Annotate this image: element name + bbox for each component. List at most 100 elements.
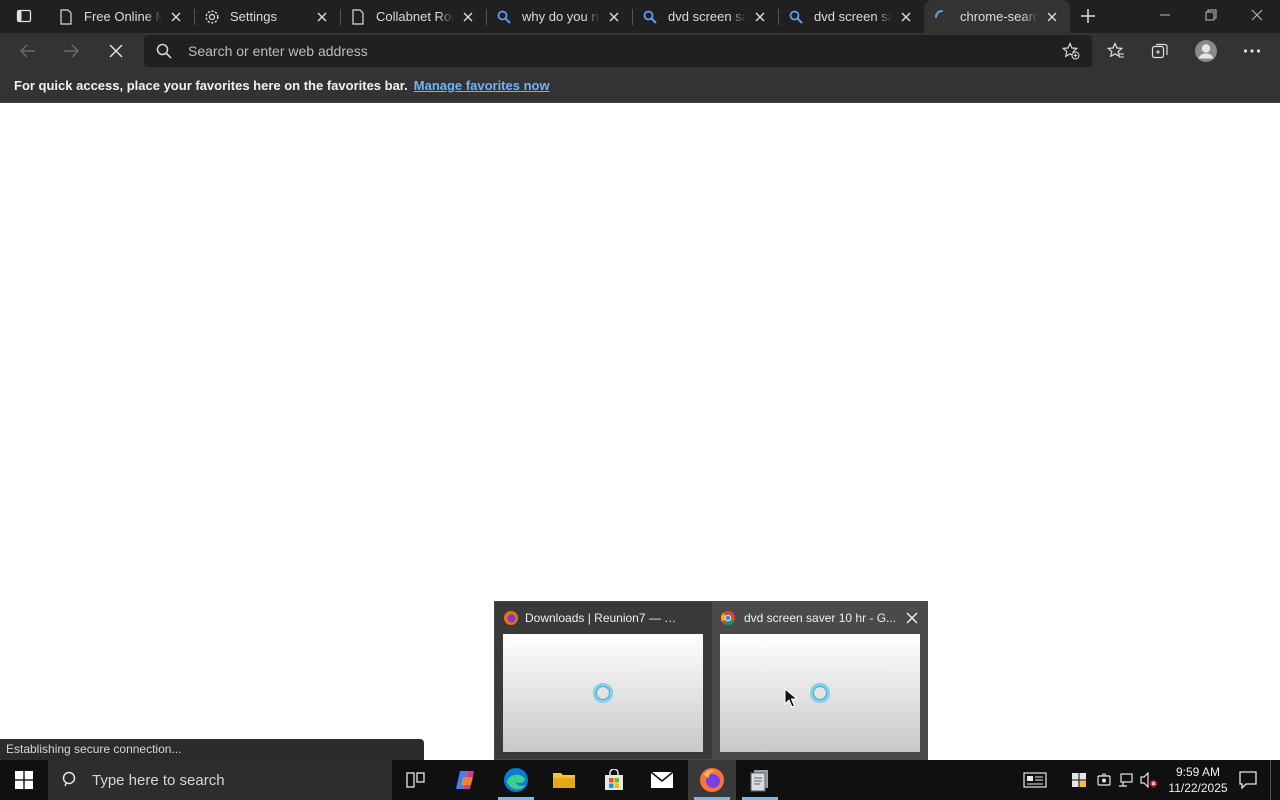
taskbar-search-box[interactable]	[48, 760, 392, 800]
task-view-button[interactable]	[392, 760, 440, 800]
network-button[interactable]	[1116, 760, 1136, 800]
address-bar[interactable]	[144, 35, 1092, 67]
close-icon[interactable]	[606, 9, 622, 25]
tab-free-online[interactable]: Free Online Me...	[48, 0, 194, 33]
more-icon	[1243, 49, 1261, 53]
taskbar-file-explorer[interactable]	[540, 760, 588, 800]
app-stack-icon	[750, 770, 768, 792]
tab-actions-button[interactable]	[8, 2, 40, 30]
tab-collabnet[interactable]: Collabnet Routi...	[340, 0, 486, 33]
close-icon[interactable]	[1044, 9, 1060, 25]
tray-meet-button[interactable]	[1094, 760, 1114, 800]
loading-icon	[934, 9, 950, 25]
chrome-icon	[720, 611, 735, 626]
taskbar-copilot[interactable]	[442, 760, 490, 800]
tab-strip: Free Online Me... Settings Collabnet Rou…	[0, 0, 1280, 33]
arrow-right-icon	[64, 44, 80, 58]
thumbnail-image	[503, 634, 703, 752]
manage-favorites-link[interactable]: Manage favorites now	[414, 78, 550, 93]
clock-time: 9:59 AM	[1175, 765, 1221, 779]
page-icon	[350, 8, 366, 25]
tab-title: dvd screen sav...	[814, 9, 892, 24]
restore-icon	[1205, 9, 1217, 21]
clock-date: 11/22/2025	[1168, 781, 1228, 795]
minimize-button[interactable]	[1142, 0, 1188, 30]
profile-button[interactable]	[1190, 35, 1222, 67]
taskbar-firefox[interactable]	[688, 760, 736, 800]
task-view-icon	[406, 772, 425, 788]
taskbar-store[interactable]	[590, 760, 638, 800]
close-icon[interactable]	[460, 9, 476, 25]
thumbnail-close-button[interactable]	[902, 608, 922, 628]
taskbar-thumbnail-preview: Downloads | Reunion7 — Mozil... dvd scre…	[494, 601, 928, 760]
tab-chrome-search[interactable]: chrome-search...	[924, 0, 1070, 33]
volume-button[interactable]	[1139, 760, 1159, 800]
taskbar-search-input[interactable]	[92, 771, 372, 789]
close-icon[interactable]	[314, 9, 330, 25]
close-window-button[interactable]	[1234, 0, 1280, 30]
status-bubble: Establishing secure connection...	[0, 739, 424, 760]
close-icon[interactable]	[168, 9, 184, 25]
news-icon	[1023, 772, 1047, 788]
thumbnail-title: dvd screen saver 10 hr - G...	[720, 609, 898, 627]
tray-app-button[interactable]	[1068, 760, 1090, 800]
start-button[interactable]	[0, 760, 48, 800]
new-tab-button[interactable]	[1074, 2, 1102, 30]
stop-loading-button[interactable]	[100, 35, 132, 67]
news-widget-button[interactable]	[1018, 760, 1052, 800]
notifications-button[interactable]	[1236, 760, 1260, 800]
tab-title: Collabnet Routi...	[376, 9, 454, 24]
thumbnail-firefox-downloads[interactable]: Downloads | Reunion7 — Mozil...	[495, 602, 711, 760]
notification-icon	[1239, 771, 1257, 789]
close-icon[interactable]	[898, 9, 914, 25]
mouse-cursor-icon	[784, 688, 798, 708]
store-icon	[605, 769, 623, 790]
settings-more-button[interactable]	[1236, 35, 1268, 67]
tab-title: chrome-search...	[960, 9, 1038, 24]
tab-actions-icon	[16, 9, 32, 23]
search-icon	[62, 771, 76, 787]
gear-icon	[204, 9, 220, 25]
forward-button[interactable]	[55, 35, 87, 67]
back-button[interactable]	[12, 35, 44, 67]
add-favorite-icon[interactable]	[1061, 42, 1080, 65]
taskbar-chrome-group[interactable]	[736, 760, 784, 800]
taskbar-edge[interactable]	[492, 760, 540, 800]
thumbnail-chrome-dvd[interactable]: dvd screen saver 10 hr - G...	[712, 602, 928, 760]
windows-logo-icon	[15, 771, 33, 789]
search-icon	[156, 43, 172, 64]
firefox-icon	[504, 611, 518, 625]
address-input[interactable]	[188, 35, 1048, 67]
thumbnail-title: Downloads | Reunion7 — Mozil...	[503, 609, 681, 627]
show-desktop-button[interactable]	[1270, 760, 1274, 800]
thumbnail-image	[720, 634, 920, 752]
search-icon	[496, 9, 512, 25]
firefox-icon	[700, 768, 724, 792]
tab-dvd-screen-saver-2[interactable]: dvd screen sav...	[778, 0, 924, 33]
tab-title: why do you ne...	[522, 9, 600, 24]
plus-icon	[1081, 9, 1095, 23]
close-icon[interactable]	[752, 9, 768, 25]
tab-settings[interactable]: Settings	[194, 0, 340, 33]
tab-title: Settings	[230, 9, 277, 24]
collections-button[interactable]	[1144, 35, 1176, 67]
restore-button[interactable]	[1188, 0, 1234, 30]
close-icon	[109, 44, 123, 58]
tab-title: Free Online Me...	[84, 9, 162, 24]
favorites-button[interactable]	[1100, 35, 1132, 67]
tab-dvd-screen-saver-1[interactable]: dvd screen sav...	[632, 0, 778, 33]
tab-why-do-you[interactable]: why do you ne...	[486, 0, 632, 33]
edge-icon	[504, 768, 528, 792]
volume-muted-icon	[1140, 772, 1157, 788]
minimize-icon	[1160, 14, 1170, 16]
search-icon	[788, 9, 804, 25]
meet-icon	[1097, 773, 1111, 786]
taskbar-mail[interactable]	[638, 760, 686, 800]
favorites-bar: For quick access, place your favorites h…	[0, 69, 1280, 103]
favorites-bar-message: For quick access, place your favorites h…	[14, 78, 408, 93]
mail-icon	[650, 771, 674, 788]
collections-icon	[1151, 43, 1168, 59]
avatar-icon	[1195, 40, 1217, 62]
loading-spinner-icon	[593, 683, 613, 703]
taskbar-clock[interactable]: 9:59 AM 11/22/2025	[1160, 760, 1236, 800]
